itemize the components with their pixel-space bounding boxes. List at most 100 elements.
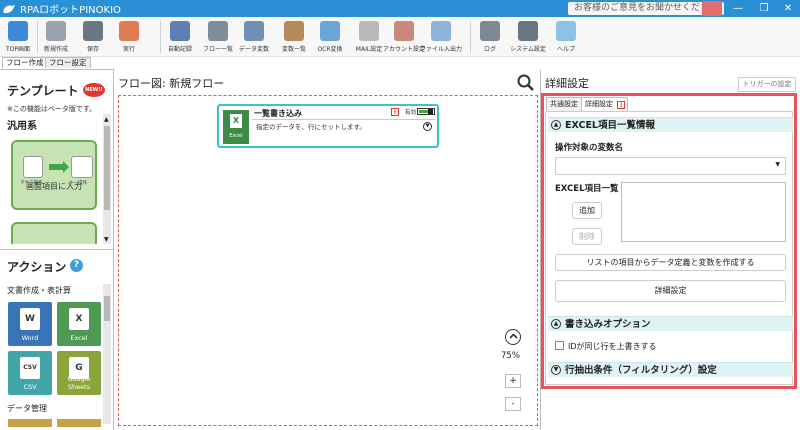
mouse-icon — [23, 156, 43, 178]
tab-common-settings[interactable]: 共通設定 — [546, 97, 582, 111]
feedback-link[interactable]: お客様のご意見をお聞かせください — [568, 2, 725, 15]
node-enabled-label: 有効 — [405, 110, 417, 116]
scroll-up-icon[interactable]: ▲ — [104, 116, 109, 123]
chevron-up-icon[interactable] — [505, 329, 521, 345]
chevron-down-icon: ▼ — [551, 365, 561, 375]
record-icon — [170, 21, 190, 41]
gear-icon — [518, 21, 538, 41]
excel-list-label: EXCEL項目一覧 — [555, 184, 619, 194]
node-title: 一覧書き込み — [254, 109, 302, 118]
delete-button[interactable]: 削除 — [572, 228, 602, 245]
box-icon — [284, 21, 304, 41]
create-definition-button[interactable]: リストの項目からデータ定義と変数を作成する — [555, 254, 786, 271]
toolbar-new-button[interactable]: 新規作成 — [43, 21, 69, 55]
flow-title: フロー図: 新規フロー — [118, 77, 225, 90]
action-scrollbar[interactable] — [103, 284, 111, 424]
toolbar-ocr-button[interactable]: OCR変換 — [316, 21, 344, 55]
zoom-in-button[interactable]: + — [505, 374, 521, 388]
action-excel[interactable]: X Excel — [57, 302, 101, 346]
database-icon — [244, 21, 264, 41]
toolbar-mail-button[interactable]: MAIL設定 — [354, 21, 384, 55]
add-button[interactable]: 追加 — [572, 202, 602, 219]
template-card-label: 画面項目に入力 — [26, 182, 82, 191]
template-scrollbar[interactable] — [103, 114, 111, 244]
section-filter-header[interactable]: ▼ 行抽出条件（フィルタリング）設定 — [548, 362, 793, 377]
toolbar-save-button[interactable]: 保存 — [81, 21, 105, 55]
zoom-out-button[interactable]: - — [505, 397, 521, 411]
scroll-down-icon[interactable]: ▼ — [104, 236, 109, 243]
tab-flow-settings[interactable]: フロー設定 — [45, 57, 91, 68]
file-io-icon — [431, 21, 451, 41]
mail-icon — [359, 21, 379, 41]
toolbar-log-button[interactable]: ログ — [478, 21, 502, 55]
zoom-level: 75% — [501, 351, 520, 361]
action-title: アクション — [7, 260, 67, 274]
chevron-down-icon: ▼ — [775, 161, 780, 168]
keyboard-icon — [71, 156, 93, 178]
help-icon — [556, 21, 576, 41]
node-description: 指定のデータを、行にセットします。 — [256, 123, 366, 131]
save-icon — [83, 21, 103, 41]
log-icon — [480, 21, 500, 41]
main-toolbar: TOP画面 新規作成 保存 実行 自動記録 フロー一覧 データ変数 変数一覧 O… — [0, 17, 800, 57]
toolbar-flowlist-button[interactable]: フロー一覧 — [203, 21, 233, 55]
template-card-next[interactable] — [11, 222, 97, 244]
list-icon — [208, 21, 228, 41]
run-icon — [119, 21, 139, 41]
app-logo-icon — [0, 0, 18, 17]
restore-button[interactable]: ❐ — [752, 0, 776, 17]
feedback-thumb-icon[interactable] — [702, 1, 722, 16]
arrow-icon — [49, 164, 63, 170]
template-category: 汎用系 — [7, 121, 37, 132]
ocr-icon — [320, 21, 340, 41]
chevron-up-icon: ▲ — [551, 319, 561, 329]
flow-node-excel-write[interactable]: X Excel 一覧書き込み ! 有効 指定のデータを、行にセットします。 ▼ — [217, 104, 439, 148]
detail-settings-button[interactable]: 詳細設定 — [555, 280, 786, 302]
tab-flow-create[interactable]: フロー作成 — [2, 57, 48, 68]
toolbar-help-button[interactable]: ヘルプ — [554, 21, 578, 55]
help-icon[interactable]: ? — [70, 259, 83, 272]
overwrite-label: IDが同じ行を上書きする — [568, 342, 657, 351]
excel-icon: X Excel — [223, 110, 249, 144]
close-button[interactable]: ✕ — [776, 0, 800, 17]
detail-settings-title: 詳細設定 — [545, 77, 589, 90]
trigger-settings-button[interactable]: トリガーの設定 — [738, 77, 796, 92]
toolbar-top-button[interactable]: TOP画面 — [4, 21, 32, 55]
template-card-input[interactable]: マウス操作 キー操作 画面項目に入力 — [11, 140, 97, 210]
home-icon — [8, 21, 28, 41]
chevron-up-icon: ▲ — [551, 120, 561, 130]
data-category: データ管理 — [7, 404, 47, 413]
target-var-label: 操作対象の変数名 — [555, 143, 624, 153]
action-google-sheets[interactable]: G Google Sheets — [57, 351, 101, 395]
section-write-options-header[interactable]: ▲ 書き込みオプション — [548, 316, 793, 331]
beta-note: ※この機能はベータ版です。 — [7, 105, 97, 113]
toolbar-system-button[interactable]: システム設定 — [510, 21, 546, 55]
word-icon: W — [20, 308, 40, 330]
action-card-partial[interactable] — [57, 419, 101, 427]
tab-detail-settings[interactable]: 詳細設定 ! — [581, 97, 628, 111]
overwrite-checkbox[interactable] — [555, 341, 564, 350]
toolbar-datavar-button[interactable]: データ変数 — [239, 21, 269, 55]
target-var-select[interactable]: ▼ — [555, 157, 786, 175]
toolbar-account-button[interactable]: アカウント設定 — [383, 21, 425, 55]
warning-icon: ! — [617, 101, 626, 109]
action-csv[interactable]: CSV CSV — [8, 351, 52, 395]
toolbar-fileio-button[interactable]: ファイル入出力 — [420, 21, 462, 55]
chevron-down-icon[interactable]: ▼ — [423, 122, 432, 131]
app-title: RPAロボットPINOKIO — [20, 5, 121, 16]
toolbar-record-button[interactable]: 自動記録 — [166, 21, 194, 55]
node-enabled-toggle[interactable] — [417, 108, 435, 115]
toolbar-run-button[interactable]: 実行 — [117, 21, 141, 55]
csv-icon: CSV — [20, 357, 40, 379]
action-category: 文書作成・表計算 — [7, 286, 71, 295]
excel-item-list[interactable] — [621, 182, 786, 242]
warning-icon: ! — [391, 108, 399, 116]
minimize-button[interactable]: — — [726, 0, 750, 17]
excel-icon: X — [69, 308, 89, 330]
search-icon[interactable] — [517, 74, 535, 95]
action-card-partial[interactable] — [8, 419, 52, 427]
account-icon — [394, 21, 414, 41]
action-word[interactable]: W Word — [8, 302, 52, 346]
toolbar-varlist-button[interactable]: 変数一覧 — [280, 21, 308, 55]
section-excel-list-header[interactable]: ▲ EXCEL項目一覧情報 — [548, 117, 793, 132]
